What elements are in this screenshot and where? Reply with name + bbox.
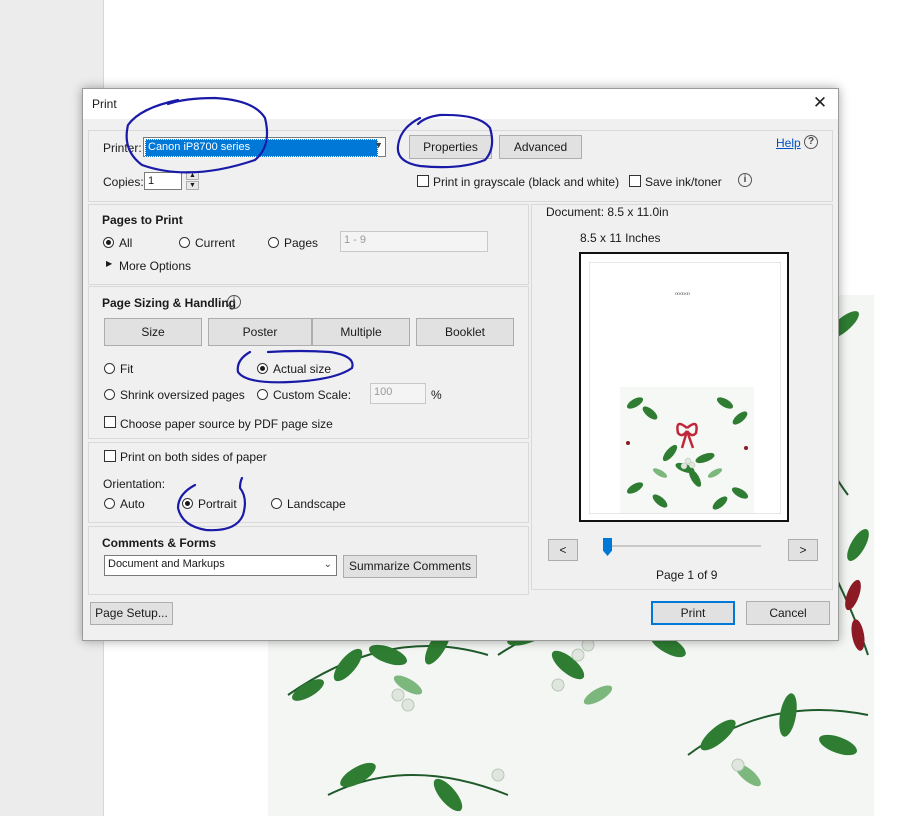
comments-heading: Comments & Forms — [102, 536, 217, 550]
printer-panel: Printer: Canon iP8700 series ▼ Propertie… — [88, 130, 833, 202]
tab-poster[interactable]: Poster — [208, 318, 312, 346]
tab-size[interactable]: Size — [104, 318, 202, 346]
orientation-portrait-label: Portrait — [198, 497, 237, 511]
pages-current-radio[interactable] — [179, 237, 190, 248]
save-ink-checkbox[interactable] — [629, 175, 641, 187]
copies-down-icon[interactable]: ▼ — [186, 181, 199, 190]
page-preview: ꝏꝏꝏ — [579, 252, 789, 522]
preview-thumbnail: ꝏꝏꝏ — [620, 291, 754, 515]
preview-prev-button[interactable]: < — [548, 539, 578, 561]
save-ink-label: Save ink/toner — [645, 175, 722, 189]
help-link[interactable]: Help — [776, 136, 801, 150]
copies-up-icon[interactable]: ▲ — [186, 171, 199, 180]
paper-source-label: Choose paper source by PDF page size — [120, 417, 333, 431]
page-slider-track[interactable] — [605, 545, 761, 547]
preview-page-sheet: ꝏꝏꝏ — [589, 262, 781, 515]
pages-range-radio[interactable] — [268, 237, 279, 248]
percent-label: % — [431, 388, 442, 402]
orientation-portrait-radio[interactable] — [182, 498, 193, 509]
orientation-landscape-radio[interactable] — [271, 498, 282, 509]
page-setup-button[interactable]: Page Setup... — [90, 602, 173, 625]
custom-scale-label: Custom Scale: — [273, 388, 352, 402]
cancel-button[interactable]: Cancel — [746, 601, 830, 625]
both-sides-label: Print on both sides of paper — [120, 450, 267, 464]
comments-selected-value: Document and Markups — [108, 558, 225, 570]
pages-to-print-panel: Pages to Print All Current Pages 1 - 9 ▶… — [88, 204, 529, 285]
comments-select[interactable]: Document and Markups ⌄ — [104, 555, 337, 576]
orientation-auto-label: Auto — [120, 497, 145, 511]
chevron-down-icon: ▼ — [374, 140, 383, 150]
info-icon[interactable]: i — [738, 173, 752, 187]
preview-next-button[interactable]: > — [788, 539, 818, 561]
custom-scale-radio[interactable] — [257, 389, 268, 400]
pages-range-input[interactable]: 1 - 9 — [340, 231, 488, 252]
dialog-title: Print — [92, 97, 117, 111]
grayscale-label: Print in grayscale (black and white) — [433, 175, 620, 189]
properties-button[interactable]: Properties — [409, 135, 492, 159]
actual-size-radio[interactable] — [257, 363, 268, 374]
comments-panel: Comments & Forms Document and Markups ⌄ … — [88, 526, 529, 595]
both-sides-checkbox[interactable] — [104, 450, 116, 462]
close-icon[interactable]: ✕ — [808, 92, 832, 114]
summarize-comments-button[interactable]: Summarize Comments — [343, 555, 477, 578]
document-size-label: Document: 8.5 x 11.0in — [546, 205, 669, 219]
orientation-label: Orientation: — [103, 477, 166, 491]
printer-label: Printer: — [103, 141, 142, 155]
copies-label: Copies: — [103, 175, 144, 189]
orientation-landscape-label: Landscape — [287, 497, 346, 511]
orientation-panel: Print on both sides of paper Orientation… — [88, 442, 529, 523]
fit-label: Fit — [120, 362, 134, 376]
more-options-toggle[interactable]: More Options — [119, 259, 191, 273]
dialog-titlebar: Print ✕ — [83, 89, 838, 119]
paper-source-checkbox[interactable] — [104, 416, 116, 428]
printer-selected-value: Canon iP8700 series — [145, 139, 378, 157]
pages-to-print-heading: Pages to Print — [102, 213, 183, 227]
tab-booklet[interactable]: Booklet — [416, 318, 514, 346]
printer-select[interactable]: Canon iP8700 series ▼ — [143, 137, 386, 157]
fit-radio[interactable] — [104, 363, 115, 374]
pages-all-label: All — [119, 236, 133, 250]
print-button[interactable]: Print — [651, 601, 735, 625]
chevron-down-icon: ⌄ — [323, 559, 332, 570]
paper-size-label: 8.5 x 11 Inches — [580, 231, 661, 245]
tab-multiple[interactable]: Multiple — [312, 318, 410, 346]
pages-range-label: Pages — [284, 236, 319, 250]
grayscale-checkbox[interactable] — [417, 175, 429, 187]
page-sizing-heading: Page Sizing & Handling — [102, 296, 237, 310]
shrink-label: Shrink oversized pages — [120, 388, 245, 402]
print-dialog: Print ✕ Printer: Canon iP8700 series ▼ P… — [82, 88, 839, 641]
pages-all-radio[interactable] — [103, 237, 114, 248]
pages-current-label: Current — [195, 236, 236, 250]
more-options-arrow-icon[interactable]: ▶ — [106, 259, 112, 268]
copies-input[interactable]: 1 — [144, 172, 182, 190]
advanced-button[interactable]: Advanced — [499, 135, 582, 159]
actual-size-label: Actual size — [273, 362, 332, 376]
page-indicator: Page 1 of 9 — [656, 568, 718, 582]
page-sizing-panel: Page Sizing & Handling i Size Poster Mul… — [88, 286, 529, 439]
help-icon[interactable]: ? — [804, 135, 818, 149]
custom-scale-input[interactable]: 100 — [370, 383, 426, 404]
preview-tiny-text: ꝏꝏꝏ — [675, 291, 690, 297]
info-icon[interactable]: i — [227, 295, 241, 309]
shrink-radio[interactable] — [104, 389, 115, 400]
orientation-auto-radio[interactable] — [104, 498, 115, 509]
